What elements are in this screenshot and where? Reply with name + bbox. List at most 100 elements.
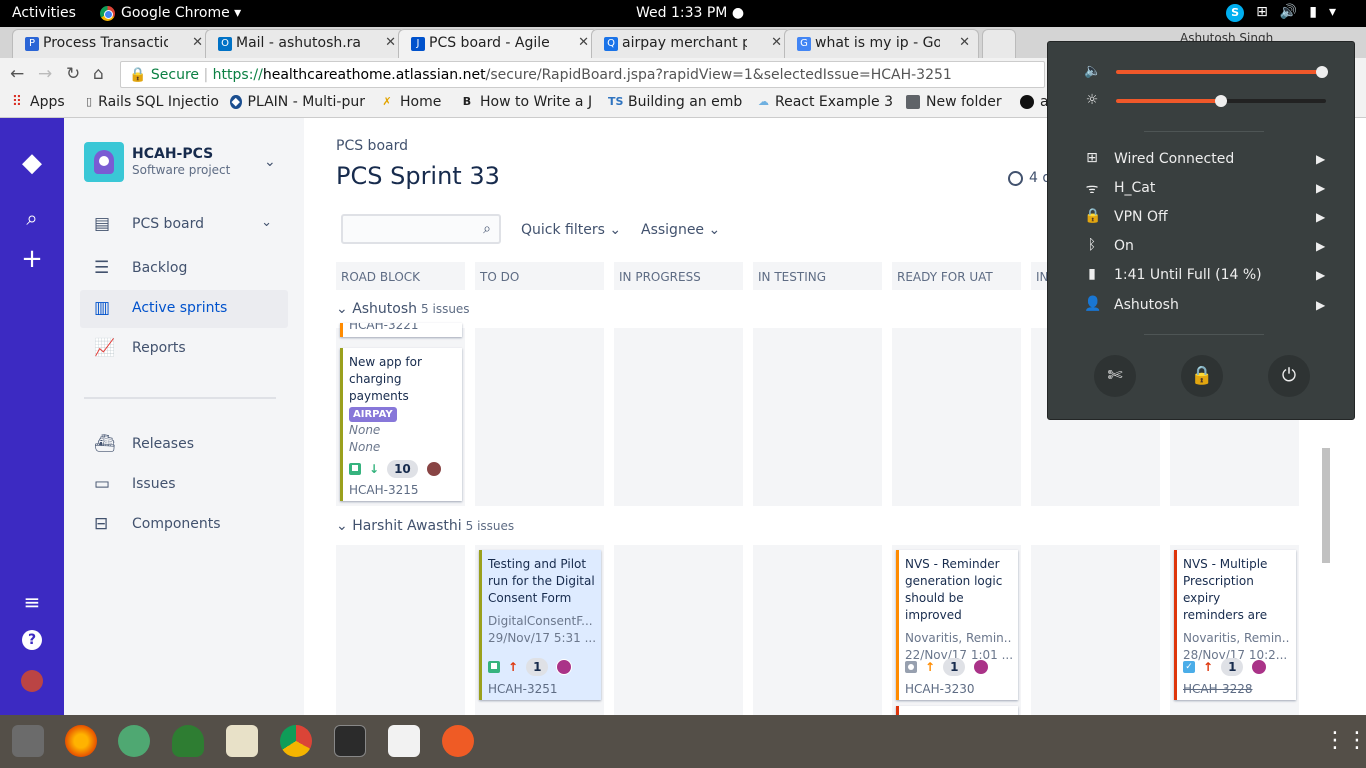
issue-card[interactable]: NVS - Reminder generation logic should b…: [896, 550, 1018, 700]
activities-button[interactable]: Activities: [12, 5, 76, 21]
issue-card-selected[interactable]: Testing and Pilot run for the Digital Co…: [479, 550, 601, 700]
browser-tab[interactable]: P Process Transactio ✕: [12, 29, 212, 58]
brightness-slider-knob[interactable]: [1215, 95, 1227, 107]
show-apps-icon[interactable]: ⋮⋮: [1324, 725, 1366, 757]
swimlane-header[interactable]: ⌄ Harshit Awasthi 5 issues: [336, 518, 514, 534]
story-icon: [488, 661, 500, 673]
issue-key[interactable]: HCAH-3215: [349, 482, 419, 499]
issue-key[interactable]: HCAH-3230: [905, 681, 975, 698]
bookmark-apps[interactable]: ⠿ Apps: [10, 94, 90, 110]
profile-avatar[interactable]: [21, 670, 43, 692]
browser-tab[interactable]: Q airpay merchant pa ✕: [591, 29, 791, 58]
chevron-down-icon[interactable]: ⌄: [264, 154, 276, 170]
bookmark-item[interactable]: TS Building an emb: [608, 94, 746, 110]
home-icon[interactable]: ⌂: [93, 64, 104, 84]
help-icon[interactable]: ?: [22, 630, 42, 650]
create-icon[interactable]: +: [20, 244, 44, 274]
settings-button[interactable]: ✄: [1094, 355, 1136, 397]
menu-item-label: Ashutosh: [1114, 297, 1179, 313]
breadcrumb[interactable]: PCS board: [336, 138, 408, 154]
nav-reports[interactable]: 📈 Reports: [80, 330, 288, 368]
user-icon: 👤: [1084, 296, 1102, 312]
chrome-icon[interactable]: [280, 725, 312, 757]
chevron-right-icon: ▶: [1316, 298, 1326, 312]
bookmark-label: Apps: [30, 94, 65, 110]
nav-components[interactable]: ⊟ Components: [80, 506, 288, 544]
brightness-slider[interactable]: [1116, 95, 1326, 107]
github-icon: [1020, 95, 1034, 109]
assignee-avatar[interactable]: [556, 659, 573, 675]
new-tab-button[interactable]: [982, 29, 1016, 58]
close-icon[interactable]: ✕: [192, 35, 203, 50]
files-icon[interactable]: [12, 725, 44, 757]
browser-tab-active[interactable]: J PCS board - Agile B ✕: [398, 29, 598, 58]
quick-filters-dropdown[interactable]: Quick filters ⌄: [521, 222, 621, 238]
power-button[interactable]: ⏻: [1268, 355, 1310, 397]
lock-button[interactable]: 🔒: [1181, 355, 1223, 397]
divider: [1144, 131, 1264, 132]
close-icon[interactable]: ✕: [385, 35, 396, 50]
issue-key[interactable]: HCAH-3228: [1183, 681, 1253, 698]
bookmark-item[interactable]: ◆ PLAIN - Multi-pur: [230, 94, 365, 110]
terminal-icon[interactable]: [334, 725, 366, 757]
priority-high-icon: ↑: [1203, 659, 1214, 674]
nav-issues[interactable]: ▭ Issues: [80, 466, 288, 504]
postman-icon[interactable]: [442, 725, 474, 757]
nav-releases[interactable]: ⛴ Releases: [80, 426, 288, 464]
atom-icon[interactable]: [118, 725, 150, 757]
issue-card[interactable]: New app for charging payments AIRPAY Non…: [340, 348, 462, 501]
nav-backlog[interactable]: ☰ Backlog: [80, 250, 288, 288]
issue-card[interactable]: NVS - Multiple Prescription expiry remin…: [1174, 550, 1296, 700]
app-menu[interactable]: Google Chrome ▾: [100, 5, 241, 21]
slack-icon[interactable]: [226, 725, 258, 757]
bookmark-item[interactable]: ✗ Home: [380, 94, 450, 110]
issue-key[interactable]: HCAH-3251: [488, 681, 558, 698]
browser-tab[interactable]: O Mail - ashutosh.raw ✕: [205, 29, 405, 58]
scrollbar-thumb[interactable]: [1322, 448, 1330, 563]
bookmark-item[interactable]: ☁ React Example 3: [758, 94, 893, 110]
assignee-avatar[interactable]: [425, 461, 442, 477]
global-sidebar: ◆ ⌕ + ≡ ?: [0, 118, 64, 715]
back-icon[interactable]: ←: [10, 64, 24, 84]
forward-icon[interactable]: →: [38, 64, 52, 84]
project-avatar[interactable]: [84, 142, 124, 182]
chevron-down-icon[interactable]: ⌄: [261, 215, 272, 230]
bookmark-item[interactable]: B How to Write a J: [460, 94, 595, 110]
browser-tab[interactable]: G what is my ip - Goog ✕: [784, 29, 979, 58]
menu-item-label: 1:41 Until Full (14 %): [1114, 267, 1262, 283]
system-tray[interactable]: S ⊞ 🔊 ▮ ▾: [1226, 4, 1336, 22]
volume-slider-knob[interactable]: [1315, 66, 1328, 78]
swimlane-header[interactable]: ⌄ Ashutosh 5 issues: [336, 301, 470, 317]
clock[interactable]: Wed 1:33 PM ●: [636, 5, 744, 21]
close-icon[interactable]: ✕: [771, 35, 782, 50]
bookmark-item[interactable]: ▯ Rails SQL Injectio: [86, 94, 219, 110]
assignee-dropdown[interactable]: Assignee ⌄: [641, 222, 720, 238]
board-search-input[interactable]: ⌕: [341, 214, 501, 244]
tab-title: PCS board - Agile B: [429, 35, 554, 51]
menu-item-label: On: [1114, 238, 1134, 254]
menu-item-label: VPN Off: [1114, 209, 1168, 225]
assignee-avatar[interactable]: [973, 659, 990, 675]
volume-slider[interactable]: [1116, 66, 1328, 78]
page-icon: ▯: [86, 95, 93, 108]
writer-icon[interactable]: [388, 725, 420, 757]
issue-field: 29/Nov/17 5:31 ...: [488, 631, 595, 645]
menu-icon[interactable]: ≡: [20, 590, 44, 614]
close-icon[interactable]: ✕: [959, 35, 970, 50]
close-icon[interactable]: ✕: [578, 35, 589, 50]
rocket-icon[interactable]: [172, 725, 204, 757]
issue-card-peek[interactable]: HCAH-3221: [340, 323, 462, 337]
assignee-avatar[interactable]: [1251, 659, 1268, 675]
reload-icon[interactable]: ↻: [66, 64, 80, 84]
epic-lozenge[interactable]: AIRPAY: [349, 407, 397, 422]
address-bar[interactable]: 🔒 Secure | https://healthcareathome.atla…: [120, 61, 1045, 88]
search-icon[interactable]: ⌕: [20, 206, 44, 230]
project-name[interactable]: HCAH-PCS: [132, 146, 213, 162]
bookmark-folder[interactable]: New folder: [906, 94, 1016, 110]
nav-active-sprints[interactable]: ▥ Active sprints: [80, 290, 288, 328]
nav-pcs-board[interactable]: ▤ PCS board ⌄: [80, 206, 288, 244]
jira-logo-icon[interactable]: ◆: [20, 148, 44, 178]
firefox-icon[interactable]: [65, 725, 97, 757]
issue-card-peek[interactable]: [896, 706, 1018, 715]
skype-icon[interactable]: S: [1226, 4, 1245, 22]
